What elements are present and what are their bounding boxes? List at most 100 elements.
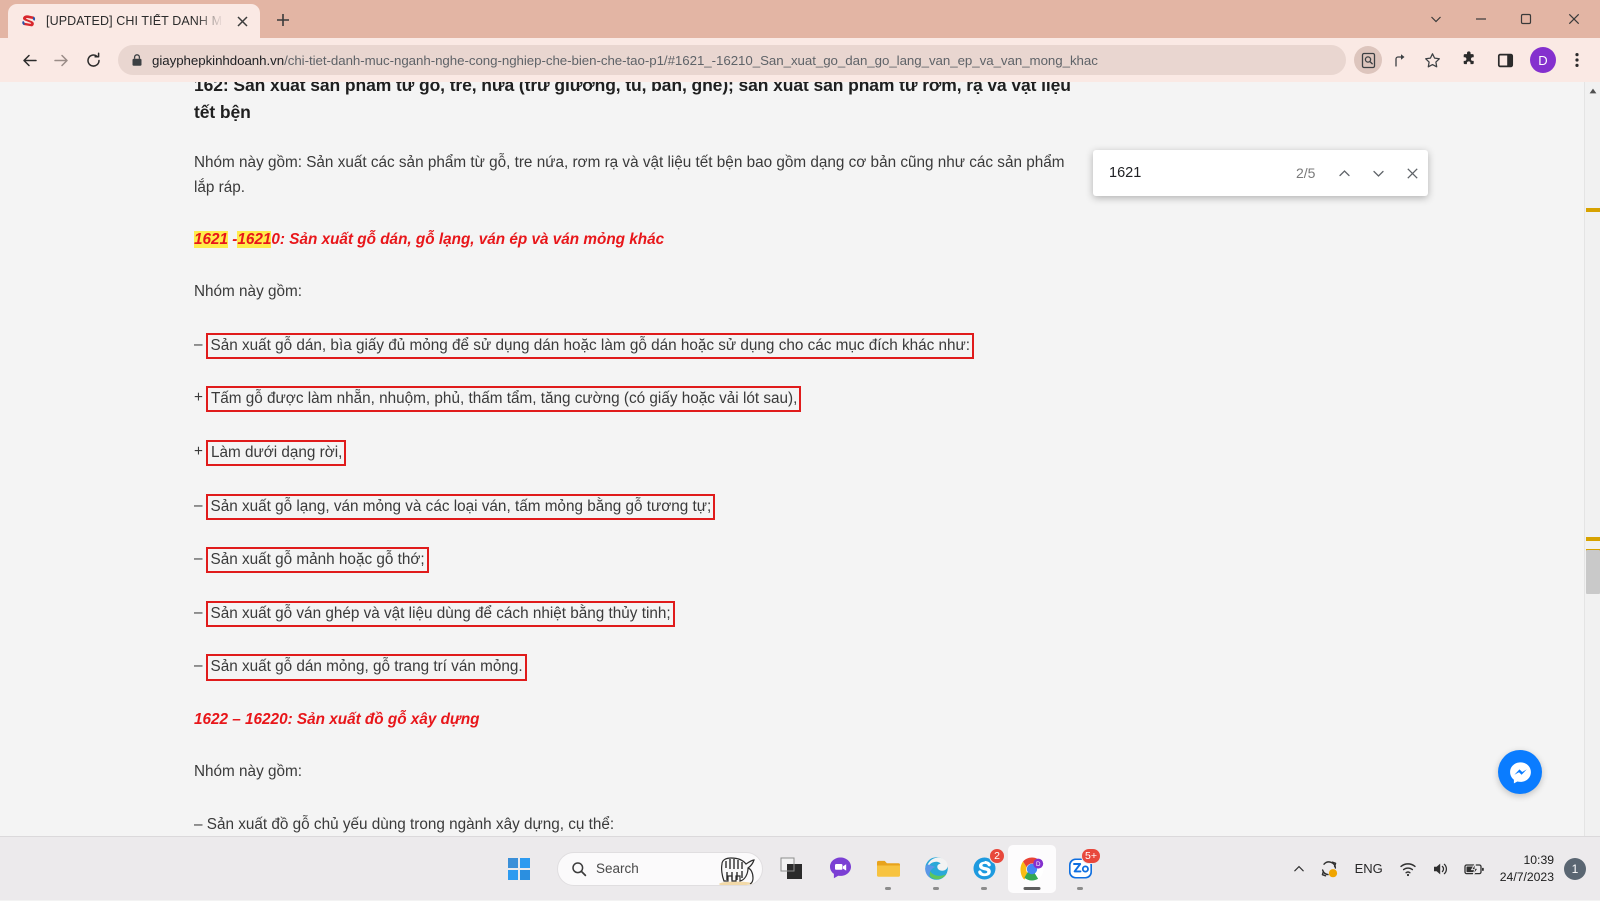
language-indicator[interactable]: ENG: [1346, 847, 1392, 891]
find-next-chevron-down-icon[interactable]: [1361, 156, 1395, 190]
taskbar: Search: [0, 836, 1600, 900]
group-label-2: Nhóm này gồm:: [194, 760, 1074, 785]
svg-text:D: D: [1036, 861, 1041, 868]
find-highlight-1: 1621: [194, 231, 228, 248]
messenger-chat-icon[interactable]: [1498, 750, 1542, 794]
running-indicator: [1077, 887, 1083, 890]
boxed-item: +Làm dưới dạng rời,: [194, 440, 1074, 466]
boxed-item: –Sản xuất gỗ ván ghép và vật liệu dùng đ…: [194, 601, 1074, 627]
taskbar-item-task-view[interactable]: [768, 845, 816, 893]
item-text: Sản xuất gỗ dán, bìa giấy đủ mỏng để sử …: [206, 333, 975, 359]
tab-search-chevron-down-icon[interactable]: [1413, 0, 1458, 38]
battery-charging-icon[interactable]: [1456, 847, 1492, 891]
running-indicator: [933, 887, 939, 890]
start-button[interactable]: [495, 845, 543, 893]
lock-icon: [131, 53, 143, 67]
running-indicator: [1024, 887, 1041, 890]
windows-update-icon[interactable]: [1312, 847, 1346, 891]
badge-count: 2: [989, 848, 1005, 864]
item-marker: +: [194, 440, 206, 465]
scrollbar-thumb[interactable]: [1586, 550, 1600, 594]
side-panel-icon[interactable]: [1490, 45, 1520, 75]
item-marker: –: [194, 333, 206, 358]
item-text: Sản xuất gỗ dán mỏng, gỗ trang trí ván m…: [206, 654, 527, 680]
browser-tab[interactable]: [UPDATED] CHI TIẾT DANH MỤC: [8, 4, 260, 38]
find-match-tick: [1586, 537, 1600, 541]
boxed-item: –Sản xuất gỗ dán, bìa giấy đủ mỏng để sử…: [194, 333, 1074, 359]
browser-toolbar: giayphepkinhdoanh.vn/chi-tiet-danh-muc-n…: [0, 38, 1600, 82]
url-host: giayphepkinhdoanh.vn: [152, 53, 284, 68]
badge-count: 5+: [1081, 848, 1101, 864]
clock[interactable]: 10:39 24/7/2023: [1492, 852, 1564, 884]
system-tray: ENG 10:39 24: [1286, 837, 1600, 901]
clock-time: 10:39: [1524, 852, 1555, 868]
close-window-button[interactable]: [1548, 0, 1600, 38]
taskbar-item-edge[interactable]: [912, 845, 960, 893]
scroll-up-arrow-icon[interactable]: [1585, 83, 1600, 99]
section-title-rest: 0: Sản xuất gỗ dán, gỗ lạng, ván ép và v…: [271, 231, 664, 248]
item-marker: –: [194, 601, 206, 626]
item-marker: –: [194, 654, 206, 679]
list-item: – Sản xuất đồ gỗ chủ yếu dùng trong ngàn…: [194, 813, 1074, 836]
back-button[interactable]: [14, 45, 44, 75]
section-separator: -: [228, 231, 237, 248]
clock-date: 24/7/2023: [1500, 869, 1554, 885]
tab-strip: [UPDATED] CHI TIẾT DANH MỤC: [0, 0, 1600, 38]
boxed-item: +Tấm gỗ được làm nhẵn, nhuộm, phủ, thấm …: [194, 386, 1074, 412]
item-text: Làm dưới dạng rời,: [206, 440, 347, 466]
reload-button[interactable]: [78, 45, 108, 75]
page-content: 162: Sản xuất sản phẩm từ gỗ, tre, nứa (…: [194, 82, 1074, 836]
item-marker: –: [194, 547, 206, 572]
page-viewport: 162: Sản xuất sản phẩm từ gỗ, tre, nứa (…: [0, 82, 1600, 836]
item-marker: –: [194, 494, 206, 519]
volume-icon[interactable]: [1424, 847, 1456, 891]
search-icon: [571, 861, 587, 877]
notification-badge[interactable]: 1: [1564, 858, 1586, 880]
section-1621-title: 1621 -16210: Sản xuất gỗ dán, gỗ lạng, v…: [194, 228, 1074, 253]
taskbar-item-chrome[interactable]: D: [1008, 845, 1056, 893]
section-1622-title: 1622 – 16220: Sản xuất đồ gỗ xây dựng: [194, 708, 1074, 733]
boxed-item: –Sản xuất gỗ lạng, ván mỏng và các loại …: [194, 494, 1074, 520]
find-input[interactable]: [1109, 150, 1296, 196]
minimize-button[interactable]: [1458, 0, 1503, 38]
zebra-icon: [712, 854, 758, 886]
taskbar-center-group: Search: [495, 845, 1104, 893]
find-in-page-bar: 2/5: [1093, 150, 1428, 196]
address-bar[interactable]: giayphepkinhdoanh.vn/chi-tiet-danh-muc-n…: [118, 45, 1346, 75]
find-in-page-icon[interactable]: [1354, 46, 1382, 74]
item-text: Sản xuất gỗ mảnh hoặc gỗ thớ;: [206, 547, 429, 573]
taskbar-search[interactable]: Search: [557, 852, 763, 886]
item-marker: +: [194, 386, 206, 411]
extensions-puzzle-icon[interactable]: [1454, 45, 1484, 75]
running-indicator: [885, 887, 891, 890]
tray-overflow-chevron-up-icon[interactable]: [1286, 847, 1312, 891]
page-intro: Nhóm này gồm: Sản xuất các sản phẩm từ g…: [194, 151, 1074, 201]
site-favicon: [20, 13, 37, 30]
window-controls: [1413, 0, 1600, 38]
find-match-tick: [1586, 208, 1600, 212]
share-icon[interactable]: [1386, 46, 1414, 74]
chrome-menu-icon[interactable]: [1562, 45, 1592, 75]
find-highlight-2: 1621: [237, 231, 271, 248]
item-text: Sản xuất gỗ lạng, ván mỏng và các loại v…: [206, 494, 716, 520]
item-text: Tấm gỗ được làm nhẵn, nhuộm, phủ, thấm t…: [206, 386, 801, 412]
page-scrollbar[interactable]: [1584, 82, 1600, 836]
find-close-icon[interactable]: [1395, 156, 1429, 190]
new-tab-button[interactable]: [268, 5, 298, 35]
maximize-button[interactable]: [1503, 0, 1548, 38]
taskbar-item-zalo[interactable]: 5+: [1056, 845, 1104, 893]
taskbar-item-chat[interactable]: [816, 845, 864, 893]
group-label: Nhóm này gồm:: [194, 280, 1074, 305]
browser-window: [UPDATED] CHI TIẾT DANH MỤC: [0, 0, 1600, 836]
taskbar-item-skype[interactable]: 2: [960, 845, 1008, 893]
item-text: Sản xuất gỗ ván ghép và vật liệu dùng để…: [206, 601, 675, 627]
wifi-icon[interactable]: [1392, 847, 1424, 891]
forward-button[interactable]: [46, 45, 76, 75]
search-placeholder-label: Search: [596, 861, 639, 876]
close-icon[interactable]: [232, 11, 252, 31]
profile-avatar[interactable]: D: [1530, 47, 1556, 73]
taskbar-item-file-explorer[interactable]: [864, 845, 912, 893]
bookmark-star-icon[interactable]: [1418, 46, 1446, 74]
address-bar-url: giayphepkinhdoanh.vn/chi-tiet-danh-muc-n…: [152, 53, 1098, 68]
find-previous-chevron-up-icon[interactable]: [1327, 156, 1361, 190]
